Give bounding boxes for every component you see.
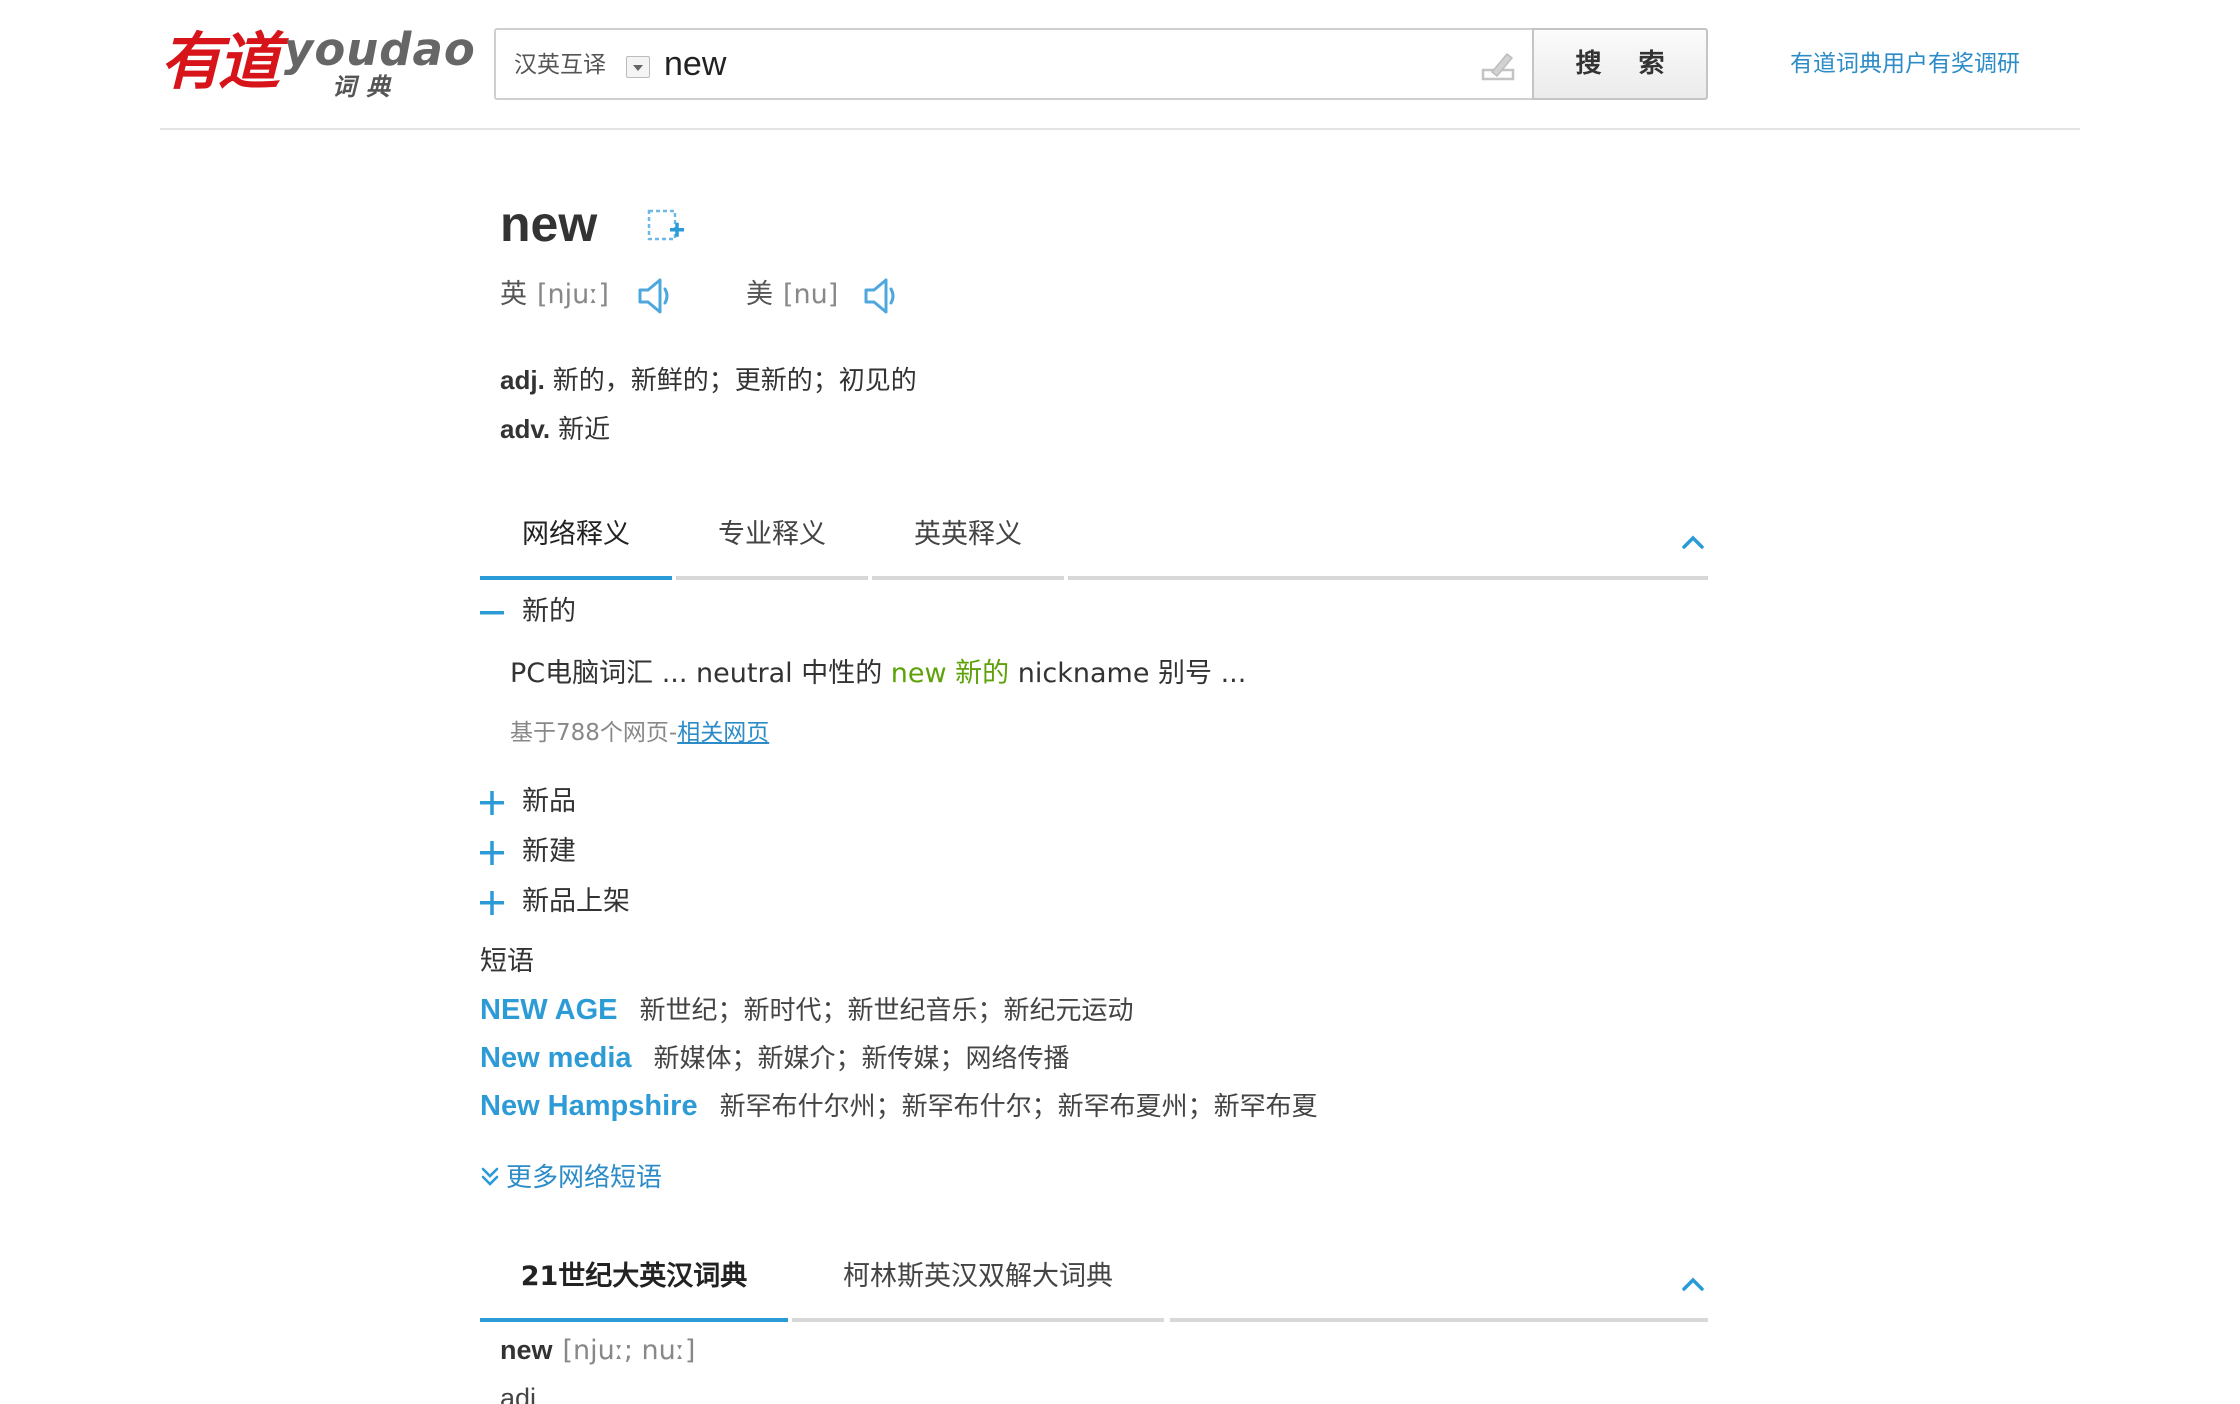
definition-tabs: 网络释义 专业释义 英英释义 [480,500,1708,580]
phrase-link[interactable]: NEW AGE [480,994,617,1026]
plus-icon[interactable] [480,790,506,816]
survey-link[interactable]: 有道词典用户有奖调研 [1790,50,2020,78]
web-definition-term: 新品上架 [522,886,630,917]
search-input[interactable] [664,38,1464,90]
phrase-translation: 新罕布什尔州；新罕布什尔；新罕布夏州；新罕布夏 [719,1092,1318,1122]
dictionary-word: new [500,1335,553,1365]
more-phrases-link[interactable]: 更多网络短语 [480,1160,662,1196]
lang-dropdown-icon[interactable] [626,56,650,78]
tab-underline [676,576,868,580]
plus-icon[interactable] [480,840,506,866]
us-phonetic: [nu] [783,279,839,310]
definition-text: 新的，新鲜的；更新的；初见的 [552,366,917,396]
definition-pos: adv. [500,414,551,444]
tab-underline [872,576,1064,580]
tab-label: 网络释义 [522,519,630,550]
collapse-chevron-icon[interactable] [1680,1274,1706,1294]
handwriting-pen-icon[interactable] [1480,48,1518,82]
header-divider [160,128,2080,130]
tab-label: 柯林斯英汉双解大词典 [843,1261,1113,1292]
definition-line: adv. 新近 [500,405,917,454]
dictionary-entry-head: new [njuː; nuː] [500,1330,695,1371]
search-box: 汉英互译 [494,28,1534,100]
phrase-translation: 新媒体；新媒介；新传媒；网络传播 [653,1044,1070,1074]
tab-label: 21世纪大英汉词典 [520,1261,748,1292]
web-source: 基于788个网页-相关网页 [510,716,769,750]
keyword-title: new [500,196,598,252]
tab-label: 英英释义 [914,519,1022,550]
tab-professional-definitions[interactable]: 专业释义 [676,500,868,580]
search-button[interactable]: 搜 索 [1532,28,1708,100]
related-pages-link[interactable]: 相关网页 [677,720,769,746]
web-example-sentence: PC电脑词汇 ... neutral 中性的 new 新的 nickname 别… [510,652,1246,696]
tab-collins-dictionary[interactable]: 柯林斯英汉双解大词典 [792,1242,1164,1322]
uk-phonetic: [njuː] [537,279,609,310]
tab-web-definitions[interactable]: 网络释义 [480,500,672,580]
logo-sub-text: 词典 [332,73,400,101]
double-chevron-down-icon [481,1167,499,1186]
collapse-chevron-icon[interactable] [1680,532,1706,552]
more-phrases-label: 更多网络短语 [506,1163,663,1193]
tab-english-definitions[interactable]: 英英释义 [872,500,1064,580]
lang-select-label[interactable]: 汉英互译 [514,52,606,78]
phrase-item: New media 新媒体；新媒介；新传媒；网络传播 [480,1036,1070,1080]
tab-underline [480,576,672,580]
plus-icon[interactable] [480,890,506,916]
dictionary-pos: adj. [500,1383,544,1404]
uk-pronunciation: 英 [njuː] [500,276,609,314]
tab-21st-century-dictionary[interactable]: 21世纪大英汉词典 [480,1242,788,1322]
phrase-item: NEW AGE 新世纪；新时代；新世纪音乐；新纪元运动 [480,988,1134,1032]
phrase-link[interactable]: New media [480,1042,632,1074]
add-to-wordbook-icon[interactable] [646,206,686,246]
tab-label: 专业释义 [718,519,826,550]
logo-cn-text: 有道 [160,25,280,98]
phrase-translation: 新世纪；新时代；新世纪音乐；新纪元运动 [639,996,1134,1026]
uk-label: 英 [500,279,527,310]
logo-en-text: youdao [284,23,476,76]
us-speaker-icon[interactable] [862,276,898,316]
us-label: 美 [746,279,773,310]
phrase-link[interactable]: New Hampshire [480,1090,698,1122]
definition-pos: adj. [500,365,545,395]
tab-underline [792,1318,1164,1322]
header: 有道 youdao 词典 汉英互译 搜 索 有道词典用户有奖调研 [0,0,2240,130]
web-definition-term: 新建 [522,836,576,867]
dictionary-tabs: 21世纪大英汉词典 柯林斯英汉双解大词典 [480,1242,1708,1322]
basic-definitions: adj. 新的，新鲜的；更新的；初见的 adv. 新近 [500,356,917,454]
definition-text: 新近 [558,415,611,445]
tab-rule [1068,576,1708,580]
source-text: 基于788个网页- [510,720,678,746]
us-pronunciation: 美 [nu] [746,276,838,314]
dictionary-phonetic: [njuː; nuː] [562,1335,696,1366]
example-highlight: new 新的 [890,658,1010,689]
web-definition-term: 新的 [522,596,576,627]
example-prefix: PC电脑词汇 ... neutral 中性的 [510,658,891,689]
phrase-item: New Hampshire 新罕布什尔州；新罕布什尔；新罕布夏州；新罕布夏 [480,1084,1318,1128]
youdao-logo[interactable]: 有道 youdao 词典 [160,22,475,102]
tab-underline [480,1318,788,1322]
minus-icon[interactable] [480,600,506,626]
tab-rule [1170,1318,1708,1322]
phrases-title: 短语 [480,946,534,977]
uk-speaker-icon[interactable] [636,276,672,316]
example-suffix: nickname 别号 ... [1009,658,1247,689]
web-definition-term: 新品 [522,786,576,817]
definition-line: adj. 新的，新鲜的；更新的；初见的 [500,356,917,405]
